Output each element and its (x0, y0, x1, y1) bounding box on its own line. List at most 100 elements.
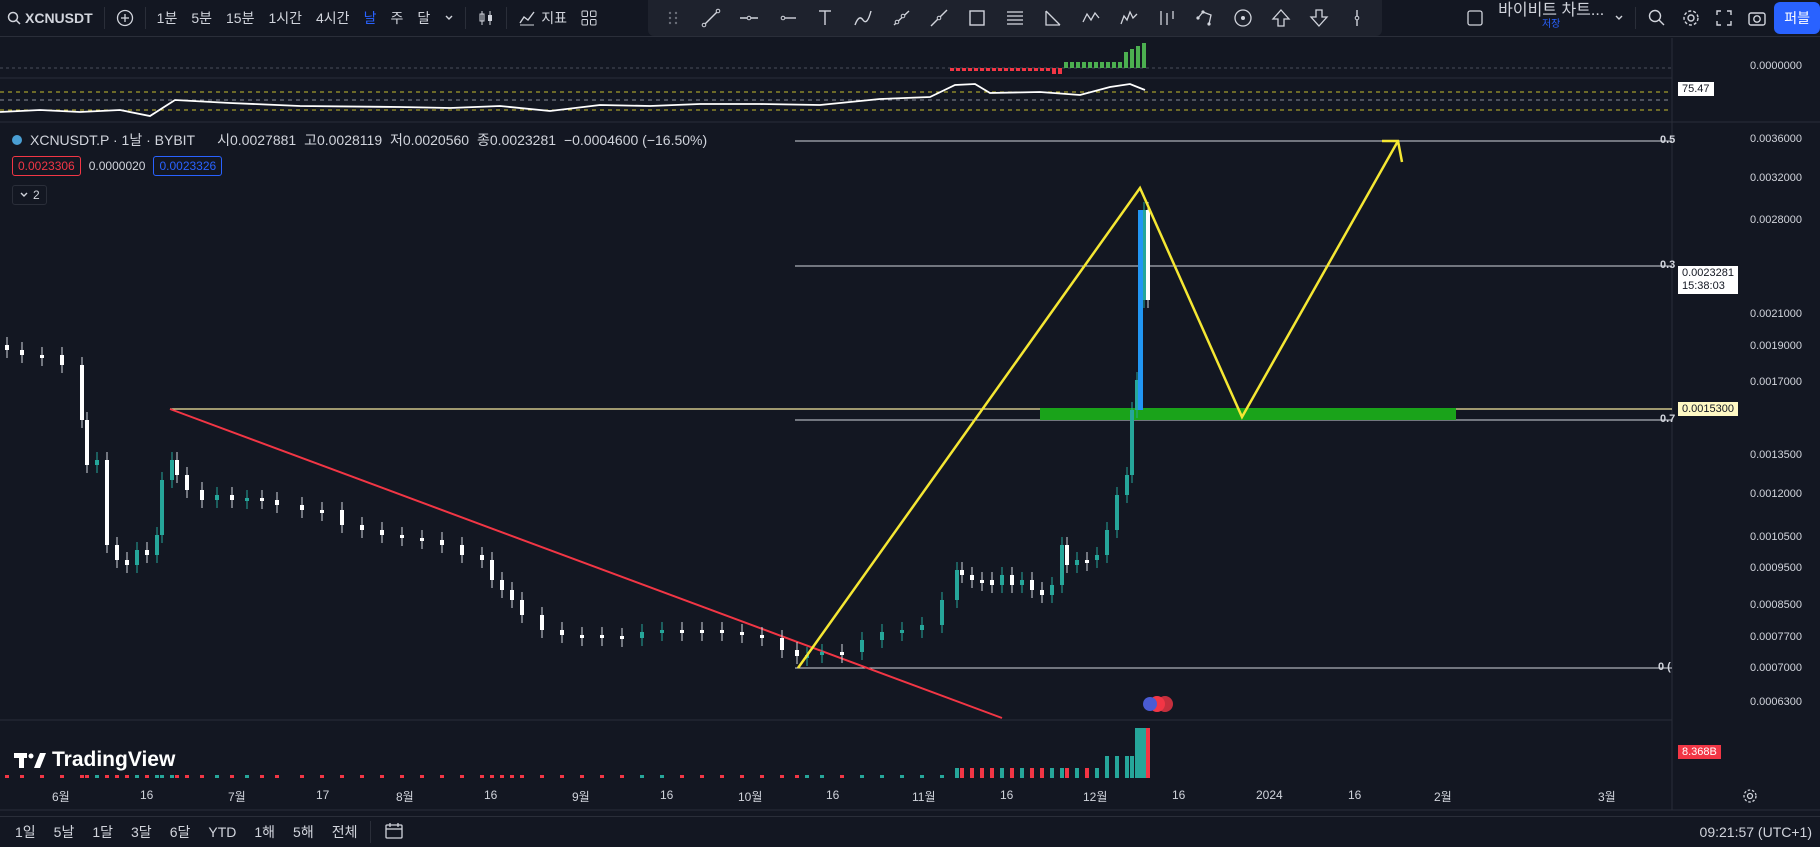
candle (760, 635, 764, 638)
time-tick: 9월 (572, 790, 590, 804)
symbol-search[interactable]: XCNUSDT (0, 0, 100, 36)
chart-type-button[interactable] (470, 0, 502, 36)
compare-button[interactable] (109, 0, 141, 36)
candle (20, 350, 24, 355)
interval-1m[interactable]: 1분 (150, 0, 185, 36)
fullscreen-button[interactable] (1708, 0, 1740, 36)
shapes-icon[interactable] (1186, 0, 1224, 36)
publish-button[interactable]: 퍼블 (1774, 2, 1820, 34)
range-5d[interactable]: 5날 (45, 822, 84, 842)
spread: 0.0000020 (88, 159, 146, 173)
projection-arrowhead (1382, 139, 1404, 163)
bid-price[interactable]: 0.0023306 (12, 156, 81, 176)
candle (700, 630, 704, 633)
legend-title[interactable]: XCNUSDT.P · 1날 · BYBIT (30, 130, 195, 150)
volume-bar (105, 775, 109, 778)
candle (1135, 380, 1139, 410)
axis-settings-button[interactable] (1742, 788, 1758, 809)
volume-bar (990, 768, 994, 778)
volume-bar (820, 775, 824, 778)
candle (440, 540, 444, 545)
volume-bar (940, 775, 944, 778)
gann-icon[interactable] (1034, 0, 1072, 36)
interval-4h[interactable]: 4시간 (309, 0, 357, 36)
volume-bar (1065, 768, 1069, 778)
extended-line-icon[interactable] (920, 0, 958, 36)
volume-bar (85, 775, 89, 778)
rectangle-icon[interactable] (958, 0, 996, 36)
volume-bar (560, 775, 564, 778)
candle (970, 575, 974, 580)
range-1y[interactable]: 1해 (245, 822, 284, 842)
histogram-bar (1100, 62, 1104, 68)
volume-bar (880, 775, 884, 778)
interval-15m[interactable]: 15분 (219, 0, 261, 36)
tradingview-logo[interactable]: TradingView (14, 748, 175, 772)
branding-text: TradingView (52, 748, 176, 771)
range-all[interactable]: 전체 (323, 822, 367, 842)
clock[interactable]: 09:21:57 (UTC+1) (1700, 824, 1812, 840)
forecast-icon[interactable] (1148, 0, 1186, 36)
arrow-down-icon[interactable] (1300, 0, 1338, 36)
horizontal-ray-icon[interactable] (768, 0, 806, 36)
interval-month[interactable]: 달 (410, 0, 437, 36)
elliott-wave-icon[interactable] (1110, 0, 1148, 36)
chart-legend: XCNUSDT.P · 1날 · BYBIT 시0.0027881 고0.002… (12, 130, 707, 150)
volume-bar (490, 775, 494, 778)
range-ytd[interactable]: YTD (199, 824, 245, 840)
interval-dropdown[interactable] (437, 0, 461, 36)
templates-button[interactable] (574, 0, 604, 36)
range-3m[interactable]: 3달 (122, 822, 161, 842)
candle (1000, 575, 1004, 585)
fib-retracement-icon[interactable] (996, 0, 1034, 36)
layout-selector[interactable]: 바이비트 차트... 저장 (1459, 0, 1631, 36)
range-5y[interactable]: 5해 (284, 822, 323, 842)
ask-price[interactable]: 0.0023326 (153, 156, 223, 176)
chevron-down-icon (20, 192, 28, 197)
horizontal-line-icon[interactable] (730, 0, 768, 36)
price-chart[interactable] (0, 0, 1820, 846)
candle (600, 635, 604, 638)
candle (115, 545, 119, 560)
interval-week[interactable]: 주 (383, 0, 410, 36)
volume-bar (1130, 756, 1134, 778)
histogram-bar (1070, 62, 1074, 68)
volume-bar (840, 775, 844, 778)
price-tick: 0.0032000 (1750, 172, 1802, 184)
volume-bar (720, 775, 724, 778)
brush-icon[interactable] (844, 0, 882, 36)
range-1m[interactable]: 1달 (83, 822, 122, 842)
pattern-icon[interactable] (1072, 0, 1110, 36)
legend-change: −0.0004600 (−16.50%) (563, 132, 708, 148)
range-1d[interactable]: 1일 (6, 822, 45, 842)
candle (510, 590, 514, 600)
indicators-button[interactable]: 지표 (511, 0, 574, 36)
interval-5m[interactable]: 5분 (184, 0, 219, 36)
quick-search-button[interactable] (1640, 0, 1674, 36)
text-icon[interactable] (806, 0, 844, 36)
histogram-bar (1064, 62, 1068, 68)
indicators-collapse[interactable]: 2 (12, 185, 47, 205)
histogram-bar (1124, 52, 1128, 68)
candle (1125, 475, 1129, 495)
layout-saved: 저장 (1541, 19, 1561, 30)
volume-bar (340, 775, 344, 778)
drag-handle-icon[interactable] (654, 0, 692, 36)
arrow-up-icon[interactable] (1262, 0, 1300, 36)
vertical-line-icon[interactable] (1338, 0, 1376, 36)
range-6m[interactable]: 6달 (161, 822, 200, 842)
candle (1040, 590, 1044, 595)
trend-line-icon[interactable] (692, 0, 730, 36)
candle (900, 630, 904, 633)
interval-1h[interactable]: 1시간 (261, 0, 309, 36)
interval-day[interactable]: 날 (357, 0, 384, 36)
settings-button[interactable] (1674, 0, 1708, 36)
circle-target-icon[interactable] (1224, 0, 1262, 36)
date-range-button[interactable] (375, 822, 413, 843)
snapshot-button[interactable] (1740, 0, 1774, 36)
time-tick: 16 (140, 788, 154, 802)
volume-bar (955, 768, 959, 778)
search-icon (7, 11, 21, 25)
add-circle-icon (116, 9, 133, 27)
ray-icon[interactable] (882, 0, 920, 36)
